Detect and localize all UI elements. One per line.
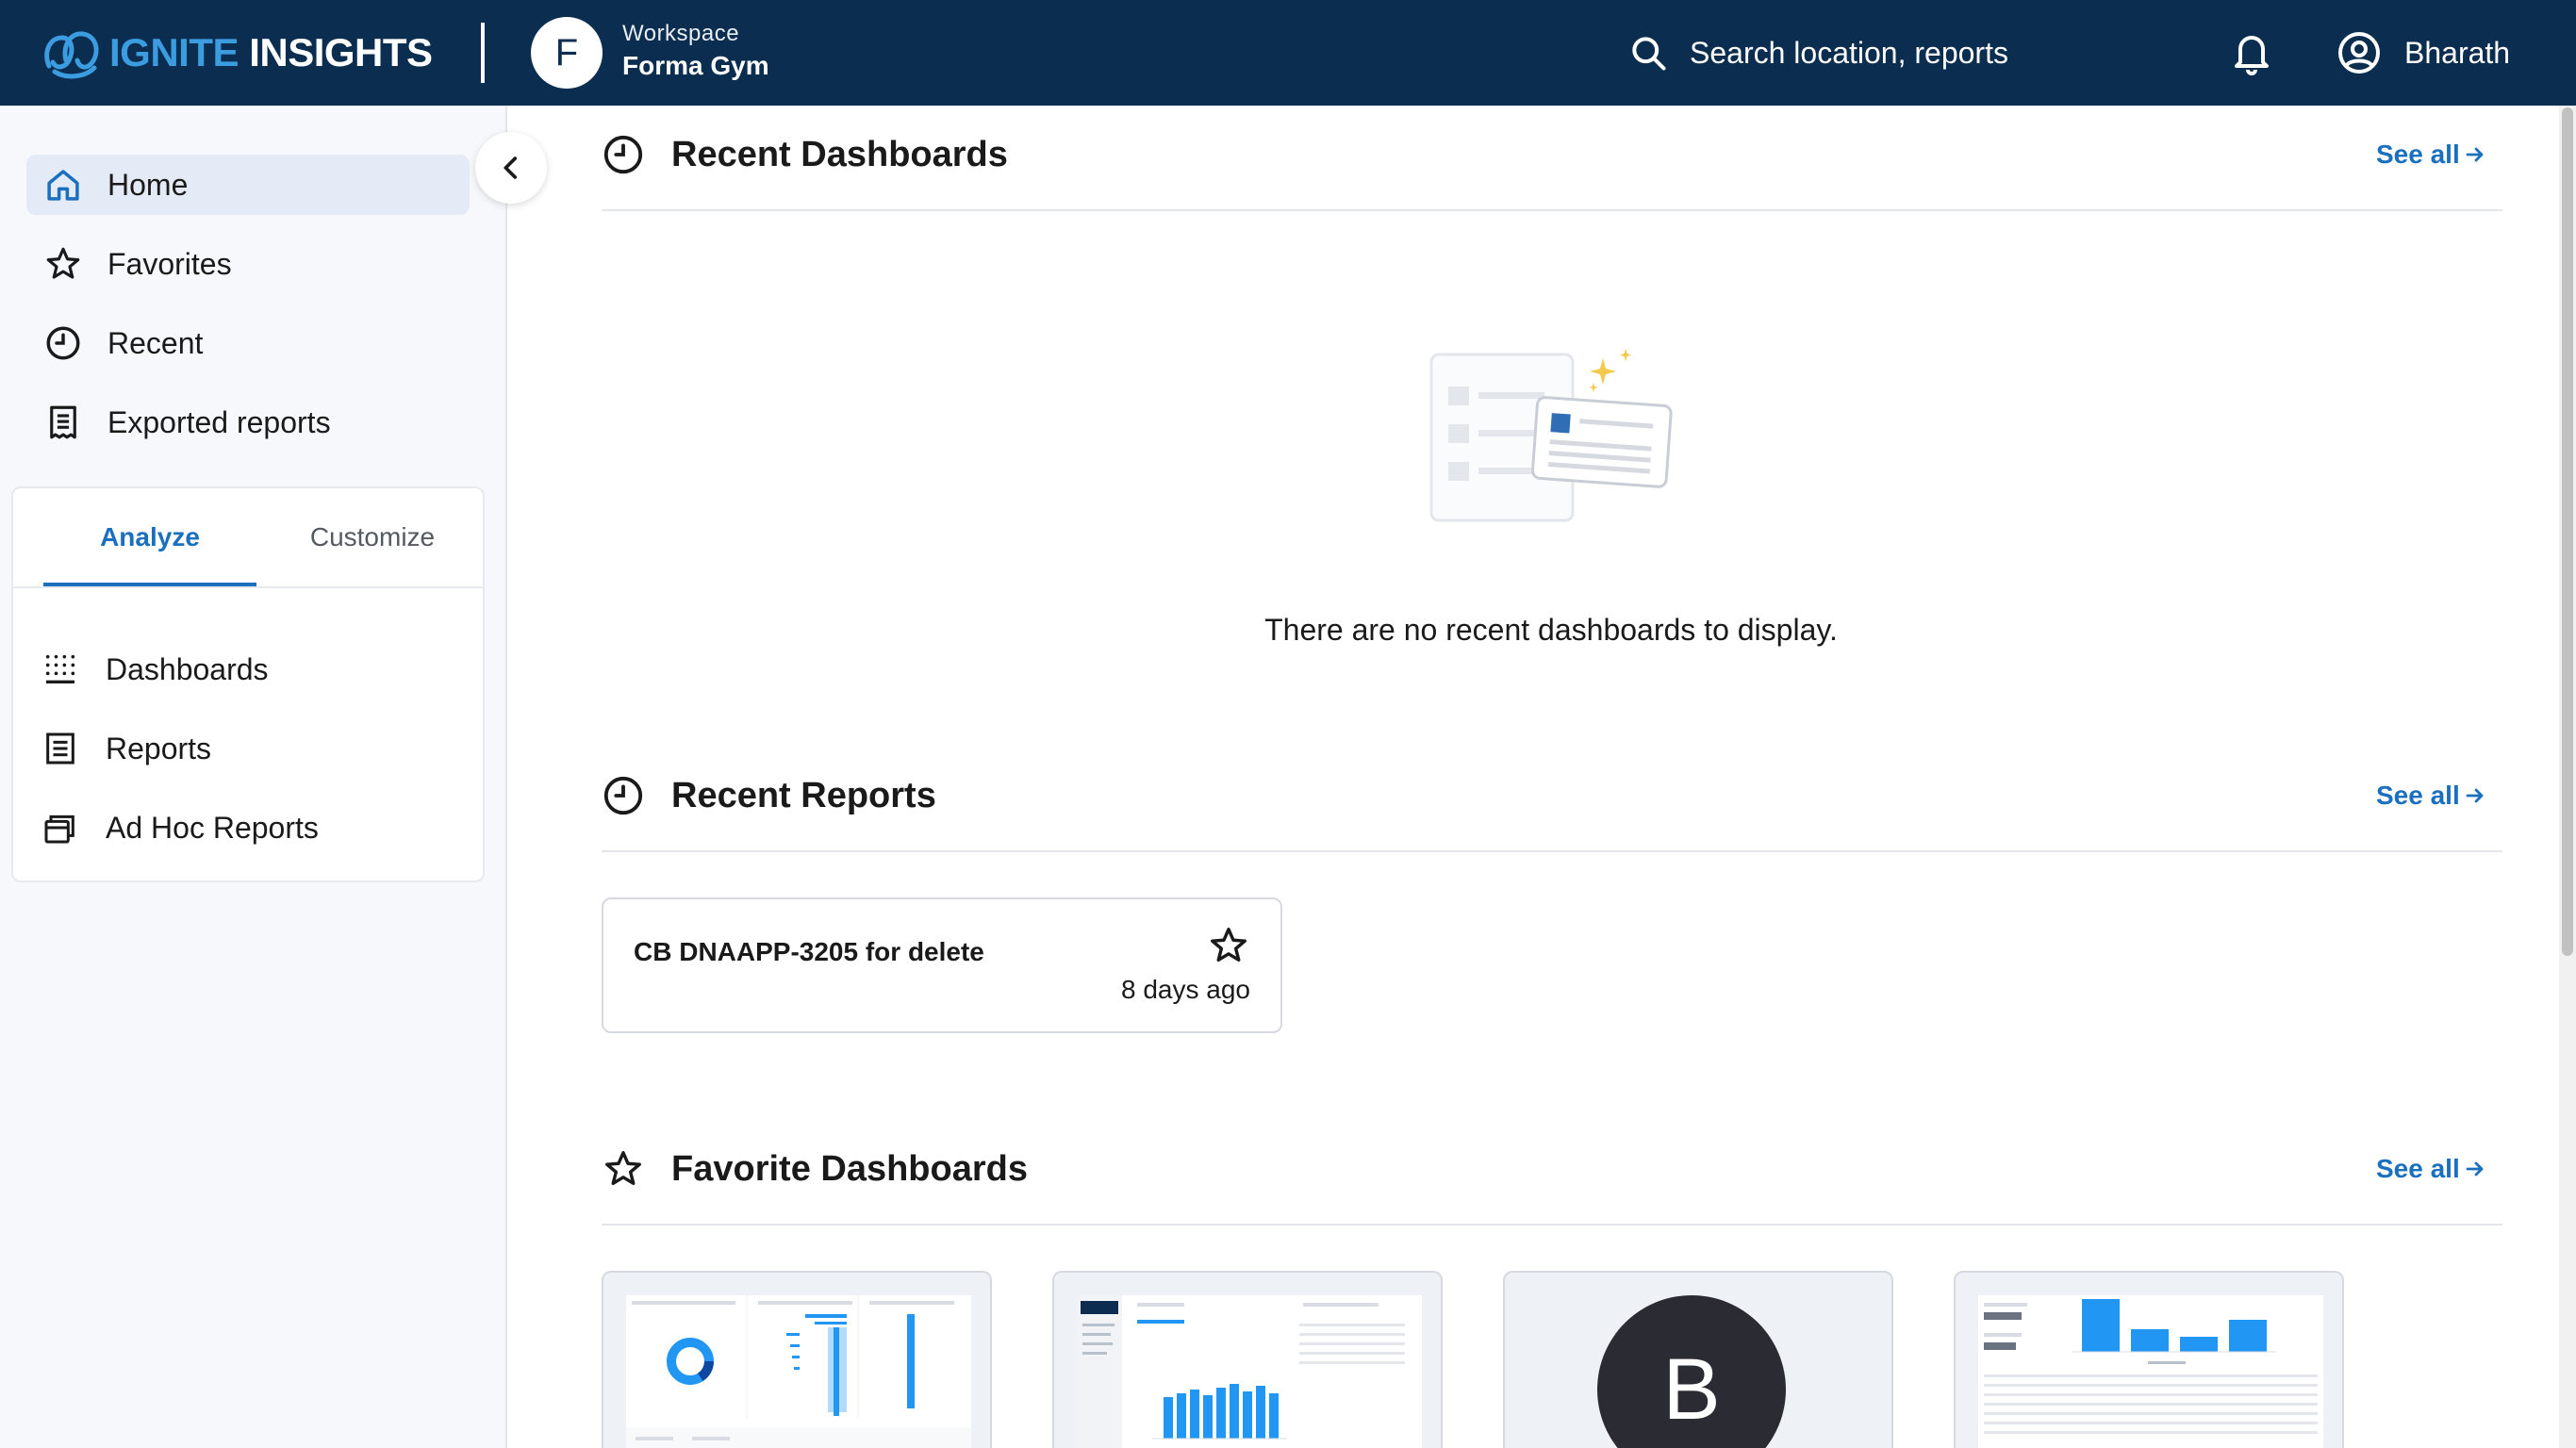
user-name: Bharath: [2404, 35, 2511, 70]
sidebar-item-reports[interactable]: Reports: [41, 720, 211, 777]
section-divider: [602, 1224, 2502, 1226]
sidebar-item-dashboards[interactable]: Dashboards: [41, 641, 269, 698]
report-title: CB DNAAPP-3205 for delete: [634, 937, 984, 966]
user-menu[interactable]: Bharath: [2337, 26, 2510, 79]
clock-icon: [46, 326, 80, 360]
section-divider: [602, 850, 2502, 852]
see-all-label: See all: [2376, 1154, 2460, 1183]
favorite-dashboards-header: Favorite Dashboards: [602, 1141, 1028, 1197]
analyze-customize-panel: Analyze Customize Dashboards Reports Ad …: [11, 486, 485, 882]
empty-dashboards-message: There are no recent dashboards to displa…: [1264, 613, 1838, 647]
dotted-grid-icon: [45, 654, 75, 683]
tab-divider: [13, 586, 483, 588]
sidebar-item-favorites[interactable]: Favorites: [26, 234, 470, 294]
report-icon: [46, 732, 74, 765]
report-card[interactable]: CB DNAAPP-3205 for delete 8 days ago: [602, 897, 1282, 1033]
sidebar-item-label: Reports: [106, 731, 212, 765]
clock-icon: [603, 135, 643, 174]
workspace-avatar[interactable]: F: [531, 17, 603, 89]
dashboard-avatar: B: [1597, 1295, 1786, 1448]
logo-text-insights: INSIGHTS: [249, 30, 433, 74]
report-timestamp: 8 days ago: [1121, 975, 1250, 1004]
workspace-label: Workspace: [622, 21, 740, 46]
page-scrollbar[interactable]: [2559, 106, 2576, 1448]
sidebar-item-ad-hoc-reports[interactable]: Ad Hoc Reports: [41, 799, 319, 856]
collapse-sidebar-button[interactable]: [475, 132, 547, 204]
dashboard-thumbnail: [1978, 1295, 2323, 1448]
sidebar-item-label: Dashboards: [106, 651, 269, 686]
top-bar: IGNITE INSIGHTS F Workspace Forma Gym Se…: [0, 0, 2576, 106]
recent-reports-header: Recent Reports: [602, 767, 936, 824]
sidebar-item-label: Exported reports: [107, 404, 331, 439]
bell-icon[interactable]: [2229, 28, 2274, 77]
search-icon: [1632, 37, 1666, 71]
recent-dashboards-see-all-link[interactable]: See all: [2376, 140, 2486, 170]
section-divider: [602, 209, 2502, 211]
chevron-left-icon: [504, 156, 518, 179]
arrow-right-icon: [2466, 788, 2484, 803]
see-all-label: See all: [2376, 140, 2460, 169]
logo-icon: [44, 31, 99, 79]
search-placeholder: Search location, reports: [1690, 35, 2008, 70]
star-icon[interactable]: [1207, 924, 1250, 967]
arrow-right-icon: [2466, 1161, 2484, 1176]
section-title: Favorite Dashboards: [671, 1148, 1028, 1189]
stacked-cards-icon: [44, 814, 74, 844]
header-divider: [481, 23, 485, 83]
sidebar-item-label: Favorites: [107, 246, 232, 281]
see-all-label: See all: [2376, 781, 2460, 810]
section-title: Recent Reports: [671, 775, 936, 815]
account-circle-icon: [2338, 32, 2380, 74]
clock-icon: [603, 776, 643, 815]
recent-dashboards-header: Recent Dashboards: [602, 126, 1008, 183]
star-icon: [605, 1151, 641, 1186]
home-icon: [47, 170, 79, 201]
favorite-dashboard-card[interactable]: B: [1503, 1271, 1893, 1448]
favorite-dashboards-see-all-link[interactable]: See all: [2376, 1154, 2486, 1184]
empty-dashboards-illustration: [1429, 349, 1673, 522]
sidebar-item-exported-reports[interactable]: Exported reports: [26, 392, 470, 452]
dashboard-thumbnail: [626, 1295, 971, 1448]
sidebar-item-home[interactable]: Home: [26, 155, 470, 215]
scrollbar-thumb[interactable]: [2562, 107, 2573, 956]
tab-analyze[interactable]: Analyze: [43, 488, 256, 586]
recent-reports-see-all-link[interactable]: See all: [2376, 781, 2486, 811]
logo-text-ignite: IGNITE: [109, 30, 239, 74]
sidebar-item-label: Ad Hoc Reports: [106, 810, 319, 845]
logo-text: IGNITE INSIGHTS: [109, 30, 433, 75]
tab-customize[interactable]: Customize: [266, 488, 479, 586]
sidebar-item-label: Home: [107, 167, 189, 202]
sidebar-item-recent[interactable]: Recent: [26, 313, 470, 373]
favorite-dashboard-card[interactable]: [602, 1271, 992, 1448]
app-logo[interactable]: IGNITE INSIGHTS: [41, 23, 433, 83]
receipt-icon: [50, 405, 76, 439]
workspace-name[interactable]: Forma Gym: [622, 51, 769, 81]
search-bar[interactable]: Search location, reports: [1627, 28, 2008, 77]
star-icon: [46, 247, 80, 279]
dashboard-thumbnail: [1077, 1295, 1422, 1448]
favorite-dashboard-card[interactable]: [1954, 1271, 2344, 1448]
arrow-right-icon: [2466, 147, 2484, 162]
favorite-dashboard-card[interactable]: [1052, 1271, 1443, 1448]
sidebar-item-label: Recent: [107, 325, 204, 360]
sidebar: Home Favorites Recent Exported reports A…: [0, 106, 507, 1448]
section-title: Recent Dashboards: [671, 134, 1008, 174]
